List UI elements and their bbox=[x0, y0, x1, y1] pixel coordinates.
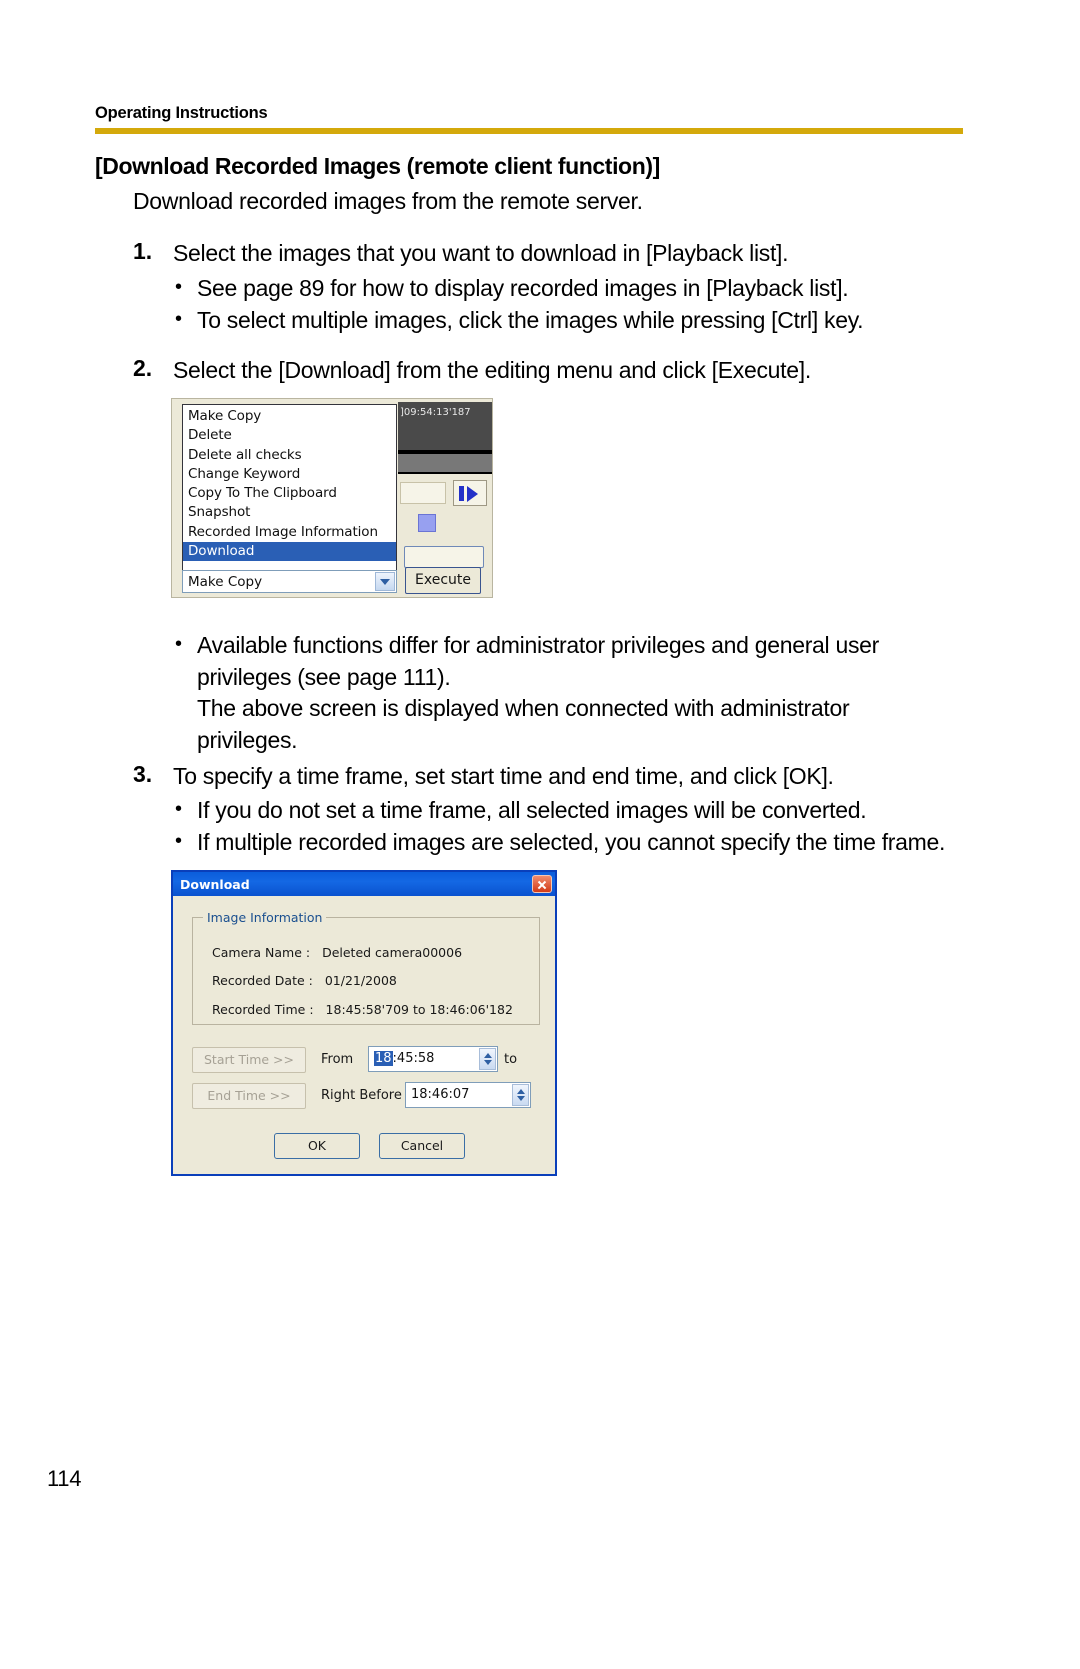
from-time-rest: :45:58 bbox=[392, 1051, 435, 1066]
dialog-title: Download bbox=[180, 876, 250, 892]
editing-menu-screenshot: ]09:54:13'187 Make Copy Delete Delete al… bbox=[171, 398, 493, 598]
page-number: 114 bbox=[47, 1466, 82, 1491]
recorded-time-row: Recorded Time : 18:45:58'709 to 18:46:06… bbox=[212, 1002, 513, 1017]
step-1-bullet-1-text: See page 89 for how to display recorded … bbox=[197, 275, 849, 301]
section-subtitle: Download recorded images from the remote… bbox=[133, 188, 643, 214]
step-1-bullet-2-text: To select multiple images, click the ima… bbox=[197, 307, 864, 333]
context-menu[interactable]: Make Copy Delete Delete all checks Chang… bbox=[182, 404, 397, 571]
menu-item-recorded-image-information[interactable]: Recorded Image Information bbox=[183, 523, 396, 542]
menu-item-change-keyword[interactable]: Change Keyword bbox=[183, 465, 396, 484]
end-time-button[interactable]: End Time >> bbox=[192, 1083, 306, 1109]
recorded-time-value: 18:45:58'709 to 18:46:06'182 bbox=[325, 1002, 513, 1017]
note-line-2: privileges (see page 111). bbox=[197, 663, 451, 690]
step-3-bullet-1-text: If you do not set a time frame, all sele… bbox=[197, 797, 867, 823]
viewer-field bbox=[400, 482, 446, 504]
right-before-label: Right Before bbox=[321, 1088, 402, 1103]
editing-menu-dropdown[interactable]: Make Copy bbox=[182, 570, 397, 593]
execute-button[interactable]: Execute bbox=[405, 567, 481, 594]
step-3-bullet-1: • If you do not set a time frame, all se… bbox=[175, 795, 867, 827]
from-time-value: 18:45:58 bbox=[374, 1051, 434, 1066]
note-line-1: Available functions differ for administr… bbox=[197, 632, 879, 658]
step-3-bullet-2: • If multiple recorded images are select… bbox=[175, 827, 945, 859]
page-header: Operating Instructions bbox=[95, 104, 963, 134]
running-head: Operating Instructions bbox=[95, 104, 268, 122]
bullet-icon: • bbox=[175, 276, 183, 298]
to-label: to bbox=[504, 1052, 518, 1067]
bullet-icon: • bbox=[175, 798, 183, 820]
editing-menu-dropdown-value: Make Copy bbox=[188, 574, 263, 590]
play-triangle-icon bbox=[467, 486, 478, 502]
document-page: Operating Instructions [Download Recorde… bbox=[0, 0, 1080, 1669]
step-2-number: 2. bbox=[133, 355, 153, 381]
viewer-timecode: ]09:54:13'187 bbox=[398, 402, 492, 450]
play-bar-icon bbox=[459, 486, 464, 501]
page-title: [Download Recorded Images (remote client… bbox=[95, 153, 660, 179]
bullet-icon: • bbox=[175, 830, 183, 852]
step-2: 2. Select the [Download] from the editin… bbox=[133, 355, 811, 387]
stop-square-icon[interactable] bbox=[418, 514, 436, 532]
play-button-icon[interactable] bbox=[453, 480, 487, 506]
right-before-time-input[interactable]: 18:46:07 bbox=[405, 1082, 531, 1108]
recorded-date-value: 01/21/2008 bbox=[324, 973, 397, 988]
step-1-bullet-1: • See page 89 for how to display recorde… bbox=[175, 273, 849, 305]
start-time-button[interactable]: Start Time >> bbox=[192, 1047, 306, 1073]
admin-privileges-note-text: Available functions differ for administr… bbox=[197, 630, 879, 757]
viewer-gray-band bbox=[398, 454, 492, 474]
step-3: 3. To specify a time frame, set start ti… bbox=[133, 761, 834, 793]
header-rule bbox=[95, 128, 963, 134]
cancel-button[interactable]: Cancel bbox=[379, 1133, 465, 1159]
from-time-selected-segment: 18 bbox=[374, 1051, 393, 1066]
menu-item-delete[interactable]: Delete bbox=[183, 426, 396, 445]
step-1-bullet-2: • To select multiple images, click the i… bbox=[175, 305, 864, 337]
chevron-down-icon[interactable] bbox=[375, 572, 395, 591]
menu-item-snapshot[interactable]: Snapshot bbox=[183, 503, 396, 522]
step-1-text: Select the images that you want to downl… bbox=[173, 240, 789, 266]
recorded-date-label: Recorded Date : bbox=[212, 973, 313, 988]
step-3-bullet-2-text: If multiple recorded images are selected… bbox=[197, 829, 946, 855]
menu-item-download[interactable]: Download bbox=[183, 542, 396, 562]
menu-item-make-copy[interactable]: Make Copy bbox=[183, 407, 396, 426]
from-time-input[interactable]: 18:45:58 bbox=[368, 1046, 498, 1072]
viewer-bottom-field bbox=[404, 546, 484, 568]
step-3-number: 3. bbox=[133, 761, 153, 787]
dialog-titlebar: Download bbox=[173, 872, 555, 896]
right-before-time-value: 18:46:07 bbox=[411, 1087, 470, 1102]
step-1-number: 1. bbox=[133, 238, 153, 264]
close-icon[interactable] bbox=[532, 875, 552, 893]
step-2-text: Select the [Download] from the editing m… bbox=[173, 357, 811, 383]
camera-name-label: Camera Name : bbox=[212, 945, 311, 960]
camera-name-row: Camera Name : Deleted camera00006 bbox=[212, 945, 462, 960]
right-before-spinner-icon[interactable] bbox=[512, 1084, 529, 1106]
from-time-spinner-icon[interactable] bbox=[479, 1048, 496, 1070]
note-line-4: privileges. bbox=[197, 727, 298, 754]
recorded-time-label: Recorded Time : bbox=[212, 1002, 314, 1017]
step-3-text: To specify a time frame, set start time … bbox=[173, 763, 834, 789]
menu-item-delete-all-checks[interactable]: Delete all checks bbox=[183, 446, 396, 465]
ok-button[interactable]: OK bbox=[274, 1133, 360, 1159]
download-dialog-screenshot: Download Image Information Camera Name :… bbox=[171, 870, 557, 1176]
note-line-3: The above screen is displayed when conne… bbox=[197, 695, 850, 722]
from-label: From bbox=[321, 1052, 354, 1067]
admin-privileges-note: • Available functions differ for adminis… bbox=[175, 630, 975, 757]
menu-item-copy-to-the-clipboard[interactable]: Copy To The Clipboard bbox=[183, 484, 396, 503]
image-information-legend: Image Information bbox=[203, 910, 327, 925]
step-1: 1. Select the images that you want to do… bbox=[133, 238, 789, 270]
bullet-icon: • bbox=[175, 633, 183, 655]
bullet-icon: • bbox=[175, 308, 183, 330]
camera-name-value: Deleted camera00006 bbox=[322, 945, 463, 960]
recorded-date-row: Recorded Date : 01/21/2008 bbox=[212, 973, 397, 988]
